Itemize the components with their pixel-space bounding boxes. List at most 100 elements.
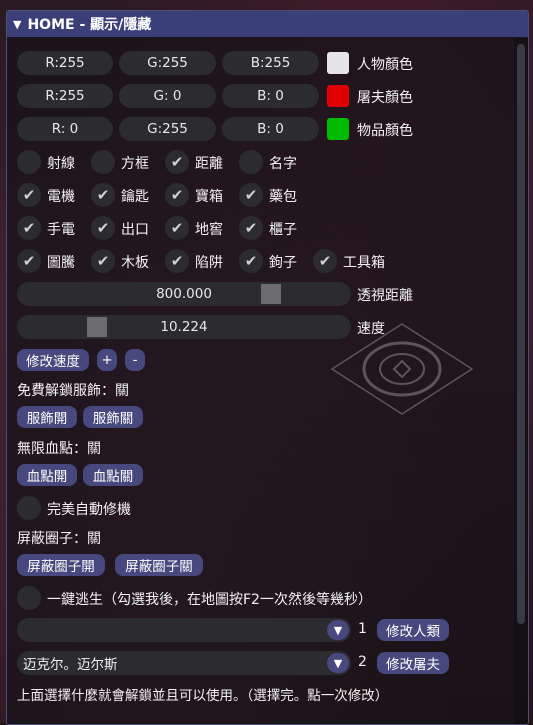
distance-slider[interactable]: 800.000 (17, 282, 351, 306)
distance-label: 透視距離 (357, 288, 413, 304)
costume-status: 免費解鎖服飾：關 (17, 383, 129, 399)
killer-color-swatch[interactable] (327, 85, 349, 107)
trap-label: 陷阱 (195, 255, 223, 271)
hook-label: 鉤子 (269, 255, 297, 271)
scrollbar-thumb[interactable] (517, 44, 525, 624)
flashlight-checkbox[interactable]: ✔ (17, 216, 41, 240)
check-icon: ✔ (96, 252, 110, 270)
chest-checkbox[interactable]: ✔ (165, 183, 189, 207)
key-label: 鑰匙 (121, 189, 149, 205)
esp-name-label: 名字 (269, 156, 297, 172)
speed-slider-handle[interactable] (87, 317, 108, 337)
check-icon: ✔ (96, 186, 110, 204)
killer-select-value: 迈克尔。迈尔斯 (23, 657, 118, 673)
totem-checkbox[interactable]: ✔ (17, 249, 41, 273)
block-circle-on-button[interactable]: 屏蔽圈子開 (17, 554, 105, 576)
killer-select[interactable]: 迈克尔。迈尔斯 ▼ (17, 651, 351, 675)
player-color-swatch[interactable] (327, 52, 349, 74)
check-icon: ✔ (96, 219, 110, 237)
flashlight-label: 手電 (47, 222, 75, 238)
quick-escape-label: 一鍵逃生（勾選我後，在地圖按F2一次然後等幾秒） (47, 592, 372, 608)
killer-color-label: 屠夫顏色 (357, 90, 413, 106)
check-icon: ✔ (318, 252, 332, 270)
item-color-label: 物品顏色 (357, 123, 413, 139)
killer-b-field[interactable]: B: 0 (222, 84, 319, 108)
blood-off-button[interactable]: 血點關 (83, 464, 143, 486)
check-icon: ✔ (22, 186, 36, 204)
player-b-field[interactable]: B:255 (222, 51, 319, 75)
check-icon: ✔ (244, 186, 258, 204)
generator-checkbox[interactable]: ✔ (17, 183, 41, 207)
quick-escape-checkbox[interactable] (17, 586, 41, 610)
check-icon: ✔ (244, 252, 258, 270)
esp-line-label: 射線 (47, 156, 75, 172)
check-icon: ✔ (170, 186, 184, 204)
block-circle-status: 屏蔽圈子：關 (17, 531, 101, 547)
item-r-field[interactable]: R: 0 (17, 117, 113, 141)
distance-slider-handle[interactable] (260, 284, 281, 304)
esp-name-checkbox[interactable] (239, 150, 263, 174)
esp-distance-label: 距離 (195, 156, 223, 172)
game-emblem-icon (330, 323, 474, 415)
window-title: HOME - 顯示/隱藏 (27, 17, 152, 33)
medkit-checkbox[interactable]: ✔ (239, 183, 263, 207)
dropdown-arrow-icon[interactable]: ▼ (327, 620, 349, 640)
modify-survivor-button[interactable]: 修改人類 (377, 619, 449, 641)
killer-select-index: 2 (358, 654, 367, 670)
hook-checkbox[interactable]: ✔ (239, 249, 263, 273)
survivor-select[interactable]: ▼ (17, 618, 351, 642)
auto-repair-checkbox[interactable] (17, 496, 41, 520)
killer-r-field[interactable]: R:255 (17, 84, 113, 108)
speed-minus-button[interactable]: - (125, 349, 145, 371)
killer-g-field[interactable]: G: 0 (119, 84, 216, 108)
modify-speed-button[interactable]: 修改速度 (17, 349, 89, 371)
pallet-label: 木板 (121, 255, 149, 271)
item-color-swatch[interactable] (327, 118, 349, 140)
survivor-select-index: 1 (358, 621, 367, 637)
window-titlebar[interactable]: ▼ HOME - 顯示/隱藏 (7, 11, 528, 37)
esp-box-label: 方框 (121, 156, 149, 172)
chest-label: 寶箱 (195, 189, 223, 205)
toolbox-checkbox[interactable]: ✔ (313, 249, 337, 273)
player-color-label: 人物顏色 (357, 57, 413, 73)
esp-distance-checkbox[interactable]: ✔ (165, 150, 189, 174)
esp-line-checkbox[interactable] (17, 150, 41, 174)
block-circle-off-button[interactable]: 屏蔽圈子關 (115, 554, 203, 576)
blood-status: 無限血點：關 (17, 441, 101, 457)
esp-box-checkbox[interactable] (91, 150, 115, 174)
speed-value: 10.224 (160, 319, 208, 335)
menu-window: ▼ HOME - 顯示/隱藏 R:255 G:255 B:255 人物顏色 R:… (6, 10, 529, 725)
speed-slider[interactable]: 10.224 (17, 315, 351, 339)
speed-plus-button[interactable]: + (97, 349, 117, 371)
footer-note: 上面選擇什麼就會解鎖並且可以使用。（選擇完。點一次修改） (17, 688, 389, 704)
exit-checkbox[interactable]: ✔ (91, 216, 115, 240)
blood-on-button[interactable]: 血點開 (17, 464, 77, 486)
trap-checkbox[interactable]: ✔ (165, 249, 189, 273)
item-g-field[interactable]: G:255 (119, 117, 216, 141)
vertical-scrollbar[interactable] (514, 38, 528, 724)
key-checkbox[interactable]: ✔ (91, 183, 115, 207)
locker-checkbox[interactable]: ✔ (239, 216, 263, 240)
item-b-field[interactable]: B: 0 (222, 117, 319, 141)
dropdown-arrow-icon[interactable]: ▼ (327, 653, 349, 673)
modify-killer-button[interactable]: 修改屠夫 (377, 652, 449, 674)
distance-value: 800.000 (156, 286, 212, 302)
auto-repair-label: 完美自動修機 (47, 502, 131, 518)
check-icon: ✔ (22, 219, 36, 237)
check-icon: ✔ (22, 252, 36, 270)
check-icon: ✔ (244, 219, 258, 237)
costume-off-button[interactable]: 服飾關 (83, 406, 143, 428)
player-g-field[interactable]: G:255 (119, 51, 216, 75)
pallet-checkbox[interactable]: ✔ (91, 249, 115, 273)
check-icon: ✔ (170, 153, 184, 171)
costume-on-button[interactable]: 服飾開 (17, 406, 77, 428)
collapse-triangle-icon[interactable]: ▼ (13, 18, 21, 31)
hatch-checkbox[interactable]: ✔ (165, 216, 189, 240)
medkit-label: 藥包 (269, 189, 297, 205)
generator-label: 電機 (47, 189, 75, 205)
exit-label: 出口 (121, 222, 149, 238)
check-icon: ✔ (170, 252, 184, 270)
toolbox-label: 工具箱 (343, 255, 385, 271)
hatch-label: 地窖 (195, 222, 223, 238)
player-r-field[interactable]: R:255 (17, 51, 113, 75)
